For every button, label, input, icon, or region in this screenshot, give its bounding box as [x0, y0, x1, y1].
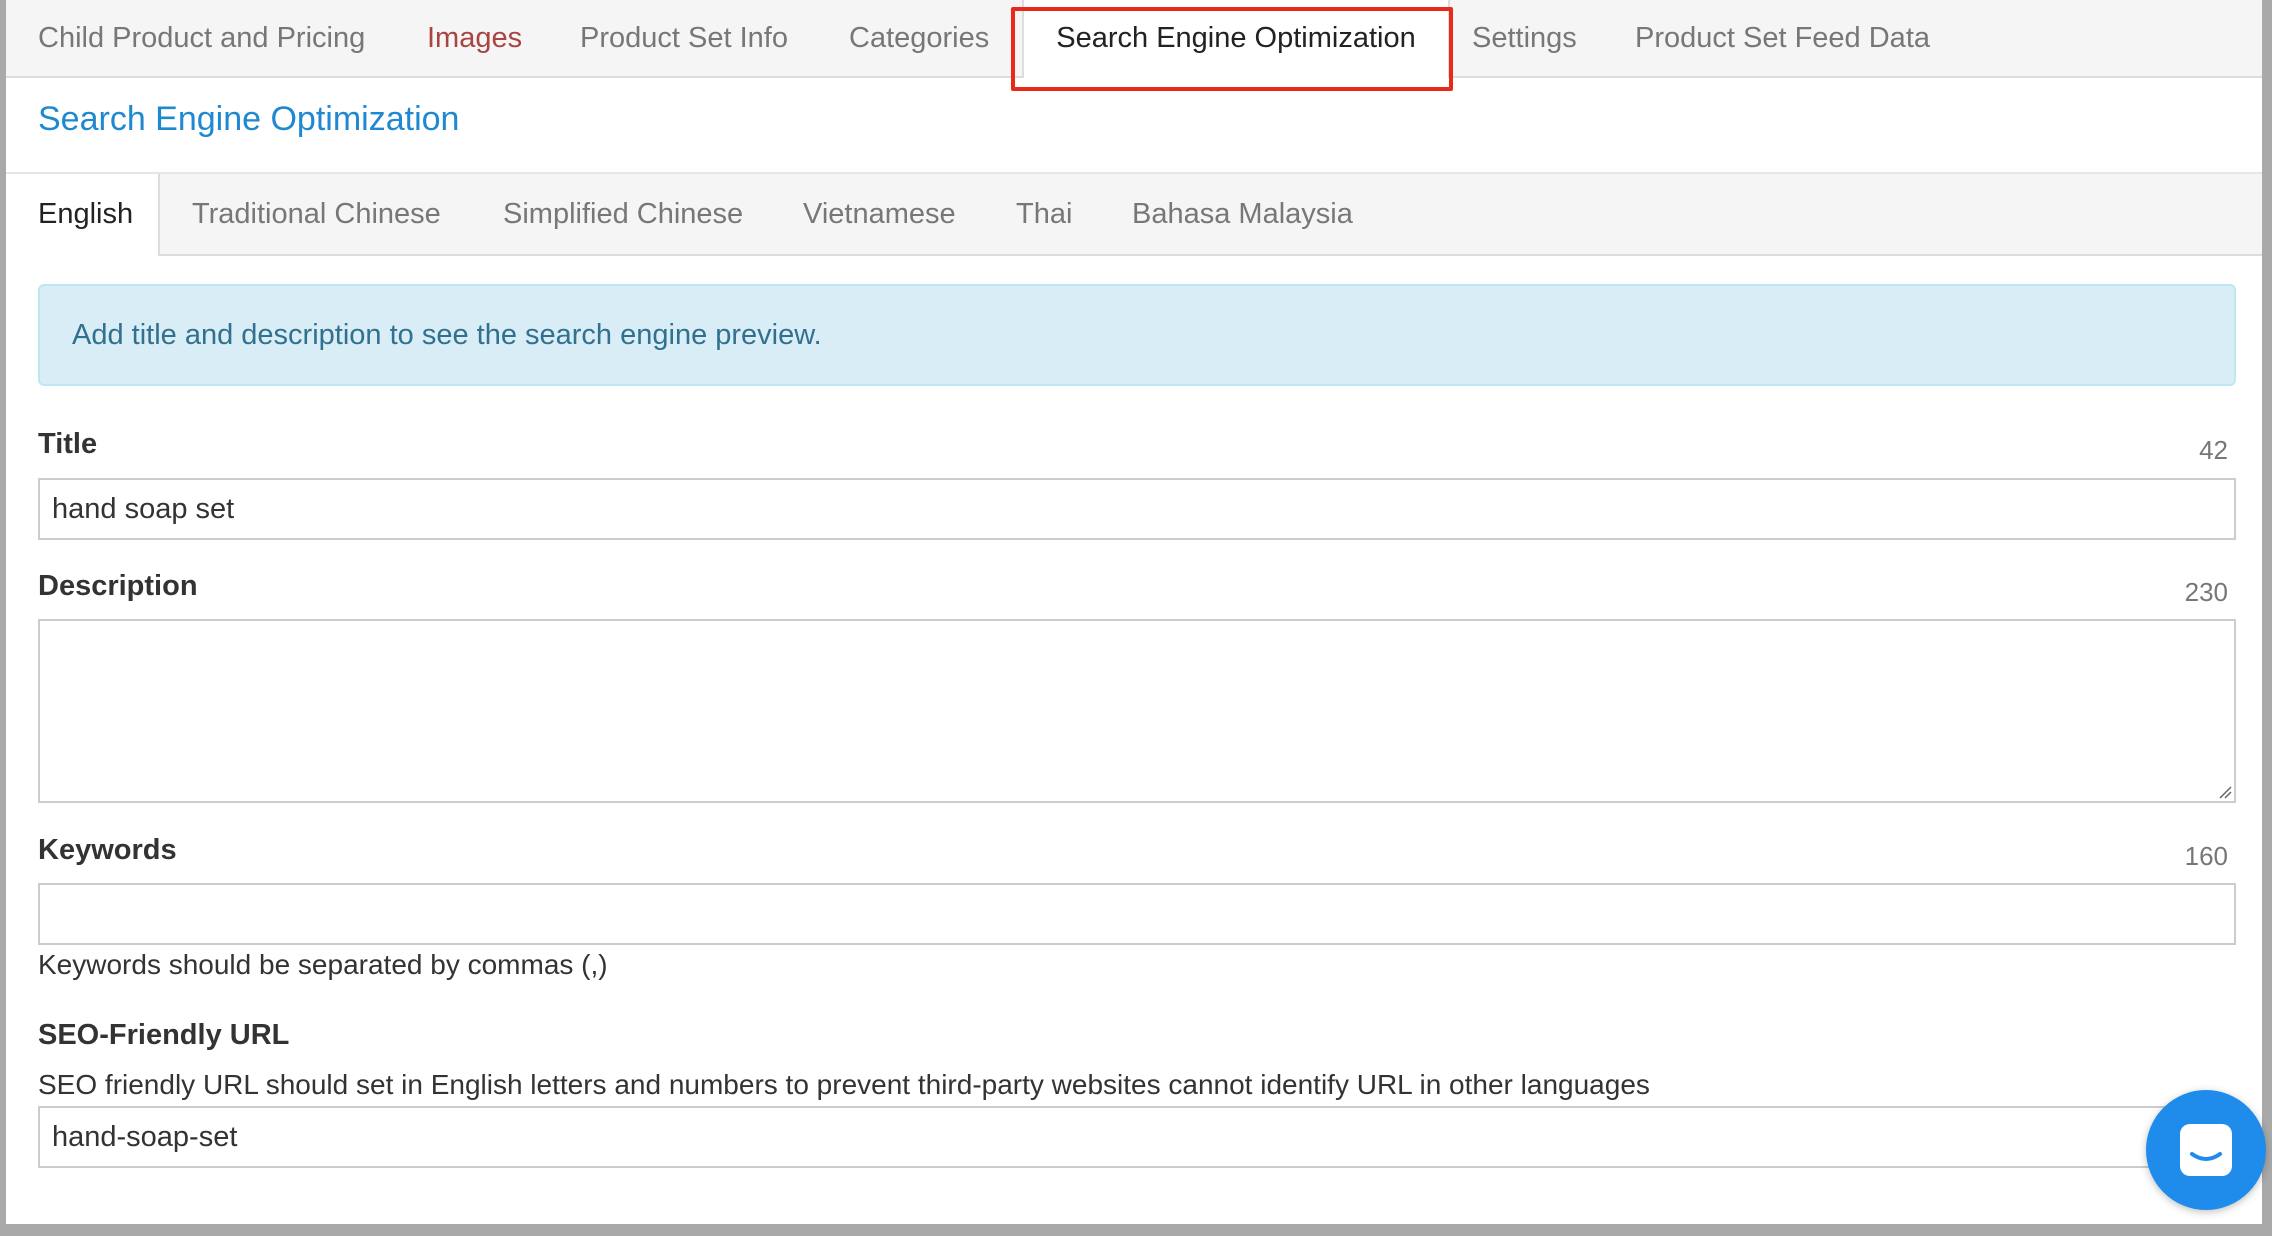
tab-images[interactable]: Images — [427, 0, 522, 76]
chat-launcher-button[interactable] — [2146, 1090, 2266, 1210]
seo-url-label: SEO-Friendly URL — [38, 1019, 290, 1051]
keywords-label: Keywords — [38, 834, 177, 866]
resize-grip-icon[interactable] — [2218, 785, 2232, 799]
tab-child-product-and-pricing[interactable]: Child Product and Pricing — [38, 0, 365, 76]
tab-language-english[interactable]: English — [6, 174, 160, 256]
title-label: Title — [38, 428, 98, 460]
language-tabs-bar: English Traditional Chinese Simplified C… — [6, 172, 2262, 256]
description-char-counter: 230 — [2184, 577, 2228, 607]
tab-settings[interactable]: Settings — [1472, 0, 1577, 76]
tab-language-vietnamese[interactable]: Vietnamese — [803, 174, 956, 254]
description-label: Description — [38, 570, 198, 602]
keywords-help-text: Keywords should be separated by commas (… — [38, 949, 608, 980]
keywords-input[interactable] — [38, 883, 2236, 945]
seo-url-help-text: SEO friendly URL should set in English l… — [38, 1069, 1650, 1100]
keywords-char-counter: 160 — [2184, 841, 2228, 871]
section-title: Search Engine Optimization — [38, 100, 460, 138]
seo-panel: Child Product and Pricing Images Product… — [6, 0, 2262, 1224]
product-tabs-bar: Child Product and Pricing Images Product… — [6, 0, 2262, 78]
description-textarea[interactable] — [38, 619, 2236, 803]
tab-language-thai[interactable]: Thai — [1016, 174, 1072, 254]
tab-product-set-feed-data[interactable]: Product Set Feed Data — [1635, 0, 1930, 76]
title-char-counter: 42 — [2199, 435, 2228, 465]
title-input[interactable]: hand soap set — [38, 478, 2236, 540]
seo-url-input[interactable]: hand-soap-set — [38, 1106, 2236, 1168]
chat-bubble-icon — [2180, 1124, 2232, 1176]
tab-search-engine-optimization[interactable]: Search Engine Optimization — [1022, 0, 1450, 78]
tab-language-bahasa-malaysia[interactable]: Bahasa Malaysia — [1132, 174, 1353, 254]
tab-language-simplified-chinese[interactable]: Simplified Chinese — [503, 174, 743, 254]
tab-product-set-info[interactable]: Product Set Info — [580, 0, 788, 76]
tab-language-traditional-chinese[interactable]: Traditional Chinese — [192, 174, 441, 254]
tab-categories[interactable]: Categories — [849, 0, 989, 76]
seo-preview-info-alert: Add title and description to see the sea… — [38, 284, 2236, 386]
